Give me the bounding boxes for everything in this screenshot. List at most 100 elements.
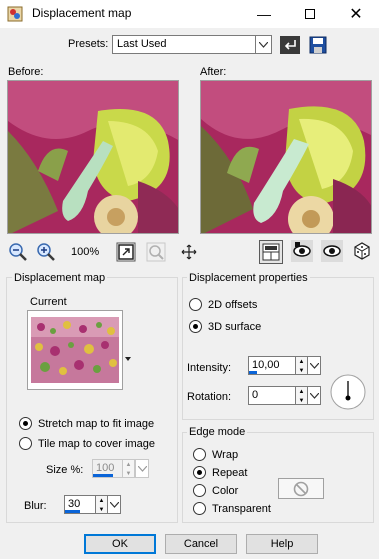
after-label: After: (200, 66, 227, 78)
wrap-option[interactable]: Wrap (193, 448, 238, 461)
zoom-in-button[interactable] (35, 241, 57, 263)
zoom-out-icon (9, 243, 27, 261)
spin-up-icon[interactable]: ▲ (96, 496, 107, 505)
zoom-fit-icon (116, 242, 136, 262)
size-slider-fill (93, 474, 113, 477)
size-spinner[interactable]: ▲ ▼ (122, 459, 135, 478)
spin-up-icon[interactable]: ▲ (123, 460, 134, 469)
wrap-label: Wrap (212, 448, 239, 461)
dice-icon (354, 242, 370, 260)
app-icon (7, 6, 23, 22)
intensity-slider-fill (249, 371, 257, 374)
blur-value: 30 (68, 498, 81, 510)
repeat-radio[interactable] (193, 466, 206, 479)
maximize-button[interactable] (287, 0, 333, 28)
blur-label: Blur: (24, 500, 47, 512)
spin-down-icon[interactable]: ▼ (123, 469, 134, 478)
offsets-2d-label: 2D offsets (208, 298, 258, 311)
zoom-actual-button[interactable] (145, 241, 167, 263)
tile-map-radio[interactable] (19, 437, 32, 450)
zoom-to-fit-button[interactable] (115, 241, 137, 263)
spin-down-icon[interactable]: ▼ (296, 366, 307, 375)
before-preview[interactable] (7, 80, 179, 234)
chevron-down-icon[interactable] (255, 36, 271, 53)
zoom-out-button[interactable] (7, 241, 29, 263)
help-button[interactable]: Help (246, 534, 318, 554)
blur-slider-fill (65, 510, 80, 513)
transparent-option[interactable]: Transparent (193, 502, 271, 515)
offsets-2d-radio[interactable] (189, 298, 202, 311)
randomize-button[interactable] (351, 240, 373, 262)
intensity-value: 10,00 (252, 359, 280, 371)
current-map-label: Current (30, 296, 67, 308)
cancel-button[interactable]: Cancel (165, 534, 237, 554)
displacement-properties-title: Displacement properties (187, 272, 310, 284)
rotation-value: 0 (252, 389, 259, 401)
edge-color-swatch[interactable] (278, 478, 324, 499)
blur-dropdown[interactable] (107, 495, 121, 514)
rotation-label: Rotation: (187, 391, 232, 403)
displacement-map-title: Displacement map (12, 272, 108, 284)
color-option[interactable]: Color (193, 484, 238, 497)
color-radio[interactable] (193, 484, 206, 497)
after-preview (200, 80, 372, 234)
stretch-map-option[interactable]: Stretch map to fit image (19, 417, 154, 430)
surface-3d-option[interactable]: 3D surface (189, 320, 261, 333)
no-color-icon (293, 481, 309, 496)
split-view-icon (262, 243, 280, 261)
zoom-level: 100% (71, 246, 100, 258)
offsets-2d-option[interactable]: 2D offsets (189, 298, 257, 311)
reset-arrow-icon (280, 36, 300, 54)
wrap-radio[interactable] (193, 448, 206, 461)
minimize-icon: — (257, 6, 271, 22)
spin-down-icon[interactable]: ▼ (296, 396, 307, 405)
save-preset-button[interactable] (307, 34, 329, 56)
reset-preset-button[interactable] (279, 34, 301, 56)
repeat-option[interactable]: Repeat (193, 466, 247, 479)
spin-up-icon[interactable]: ▲ (296, 357, 307, 366)
pan-button[interactable] (178, 241, 200, 263)
presets-label: Presets: (68, 38, 109, 50)
proof-toggle-button[interactable] (259, 240, 283, 264)
presets-value: Last Used (117, 38, 167, 50)
presets-select[interactable]: Last Used (112, 35, 272, 54)
ok-button[interactable]: OK (84, 534, 156, 554)
repeat-label: Repeat (212, 466, 248, 479)
preview-on-image-button[interactable] (321, 240, 343, 262)
floppy-disk-icon (309, 36, 327, 54)
close-icon: ✕ (349, 6, 363, 23)
tile-map-option[interactable]: Tile map to cover image (19, 437, 155, 450)
blur-input[interactable]: 30 (64, 495, 96, 514)
intensity-input[interactable]: 10,00 (248, 356, 296, 375)
minimize-button[interactable]: — (241, 0, 287, 28)
stretch-map-radio[interactable] (19, 417, 32, 430)
size-label: Size %: (46, 464, 84, 476)
edge-mode-title: Edge mode (187, 426, 248, 438)
zoom-in-icon (37, 243, 55, 261)
auto-proof-button[interactable] (291, 240, 313, 262)
spin-down-icon[interactable]: ▼ (96, 505, 107, 514)
move-icon (181, 244, 197, 260)
rotation-input[interactable]: 0 (248, 386, 296, 405)
rotation-dial[interactable] (329, 373, 367, 411)
color-label: Color (212, 484, 239, 497)
before-label: Before: (8, 66, 44, 78)
rotation-dropdown[interactable] (307, 386, 321, 405)
surface-3d-label: 3D surface (208, 320, 262, 333)
maximize-icon (305, 9, 315, 19)
surface-3d-radio[interactable] (189, 320, 202, 333)
size-value: 100 (96, 462, 115, 474)
eye-icon (321, 240, 343, 262)
spin-up-icon[interactable]: ▲ (296, 387, 307, 396)
stretch-map-label: Stretch map to fit image (38, 417, 155, 430)
tile-map-label: Tile map to cover image (38, 437, 155, 450)
size-dropdown[interactable] (135, 459, 149, 478)
transparent-radio[interactable] (193, 502, 206, 515)
map-dropdown-icon[interactable] (125, 352, 131, 361)
window-title: Displacement map (32, 6, 132, 20)
zoom-actual-icon (146, 242, 166, 262)
eye-lock-icon (291, 240, 313, 262)
intensity-dropdown[interactable] (307, 356, 321, 375)
map-swatch[interactable] (27, 310, 123, 390)
close-button[interactable]: ✕ (333, 0, 379, 28)
